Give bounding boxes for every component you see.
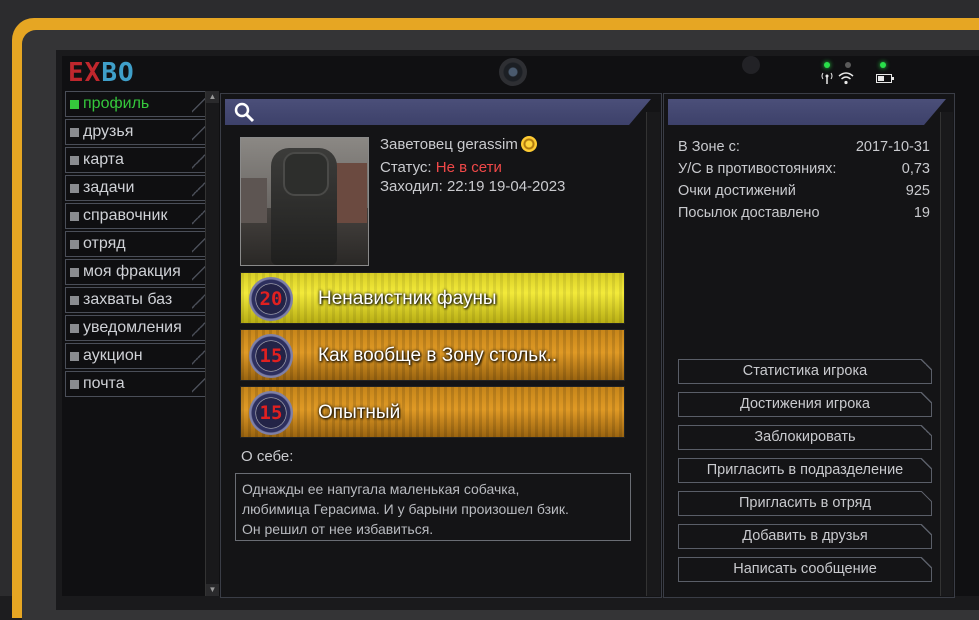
bullet-icon [70, 295, 79, 305]
scroll-down-icon[interactable]: ▼ [206, 584, 219, 596]
profile-panel-header [225, 99, 651, 125]
sidebar-item-label: захваты баз [83, 291, 173, 308]
bullet-icon [70, 351, 79, 361]
status-offline: Не в сети [435, 159, 502, 176]
bullet-icon [70, 379, 79, 389]
sidebar-item-label: справочник [83, 207, 168, 224]
sidebar-item-label: задачи [83, 179, 135, 196]
bullet-icon [70, 239, 79, 249]
achievement-banner[interactable]: 15 Как вообще в Зону стольк.. [240, 329, 625, 381]
bullet-icon [70, 99, 79, 109]
sidebar-item-label: друзья [83, 123, 134, 140]
stat-row: У/С в противостояниях: 0,73 [678, 161, 930, 177]
sidebar-item-reference[interactable]: справочник [65, 203, 206, 229]
invite-squad-button[interactable]: Пригласить в отряд [678, 491, 932, 516]
stats-panel-header [668, 99, 946, 125]
bullet-icon [70, 155, 79, 165]
sidebar-item-mail[interactable]: почта [65, 371, 206, 397]
achievement-title: Как вообще в Зону стольк.. [318, 345, 558, 366]
exbo-logo: EXBO [68, 58, 135, 88]
led-indicator [845, 62, 851, 68]
achievement-banner[interactable]: 20 Ненавистник фауны [240, 272, 625, 324]
camera-icon [499, 58, 527, 86]
sidebar-nav: профиль друзья карта задачи справочник о… [65, 91, 206, 399]
player-achievements-button[interactable]: Достижения игрока [678, 392, 932, 417]
bullet-icon [70, 127, 79, 137]
led-indicator [824, 62, 830, 68]
invite-subdivision-button[interactable]: Пригласить в подразделение [678, 458, 932, 483]
signal-antenna-icon [821, 72, 833, 84]
scroll-up-icon[interactable]: ▲ [206, 91, 219, 103]
bullet-icon [70, 211, 79, 221]
bullet-icon [70, 323, 79, 333]
profile-scrollbar[interactable] [646, 112, 660, 596]
bullet-icon [70, 183, 79, 193]
achievement-title: Ненавистник фауны [318, 288, 497, 309]
sidebar-item-tasks[interactable]: задачи [65, 175, 206, 201]
player-name: Заветовец gerassim [380, 136, 537, 153]
sidebar-scrollbar[interactable]: ▲ ▼ [205, 91, 219, 596]
avatar [240, 137, 369, 266]
sidebar-item-profile[interactable]: профиль [65, 91, 206, 117]
achievement-banner[interactable]: 15 Опытный [240, 386, 625, 438]
search-icon[interactable] [233, 101, 255, 123]
sidebar-item-my-faction[interactable]: моя фракция [65, 259, 206, 285]
rank-badge-icon [520, 136, 537, 152]
sidebar-item-label: уведомления [83, 319, 182, 336]
block-button[interactable]: Заблокировать [678, 425, 932, 450]
sidebar-item-auction[interactable]: аукцион [65, 343, 206, 369]
sidebar-item-label: карта [83, 151, 124, 168]
send-message-button[interactable]: Написать сообщение [678, 557, 932, 582]
about-label: О себе: [241, 448, 294, 465]
sidebar-item-map[interactable]: карта [65, 147, 206, 173]
about-text: Однажды ее напугала маленькая собачка, л… [235, 473, 631, 541]
stats-scrollbar[interactable] [940, 112, 953, 596]
sidebar-item-base-captures[interactable]: захваты баз [65, 287, 206, 313]
stat-row: Посылок доставлено 19 [678, 205, 930, 221]
sidebar-item-friends[interactable]: друзья [65, 119, 206, 145]
wifi-icon [838, 72, 854, 85]
medal-icon: 20 [249, 277, 293, 321]
sidebar-item-squad[interactable]: отряд [65, 231, 206, 257]
sidebar-item-label: моя фракция [83, 263, 181, 280]
led-indicator [880, 62, 886, 68]
player-stats-button[interactable]: Статистика игрока [678, 359, 932, 384]
sidebar-item-label: аукцион [83, 347, 143, 364]
sidebar-item-label: профиль [83, 95, 150, 112]
achievement-title: Опытный [318, 402, 401, 423]
stat-row: В Зоне с: 2017-10-31 [678, 139, 930, 155]
bullet-icon [70, 267, 79, 277]
battery-icon [876, 74, 894, 83]
sidebar-item-label: почта [83, 375, 125, 392]
last-seen: Заходил: 22:19 19-04-2023 [380, 178, 566, 195]
sensor-icon [742, 56, 760, 74]
player-status: Статус: Не в сети [380, 159, 502, 176]
medal-icon: 15 [249, 391, 293, 435]
stat-row: Очки достижений 925 [678, 183, 930, 199]
sidebar-item-notifications[interactable]: уведомления [65, 315, 206, 341]
medal-icon: 15 [249, 334, 293, 378]
add-friend-button[interactable]: Добавить в друзья [678, 524, 932, 549]
sidebar-item-label: отряд [83, 235, 126, 252]
